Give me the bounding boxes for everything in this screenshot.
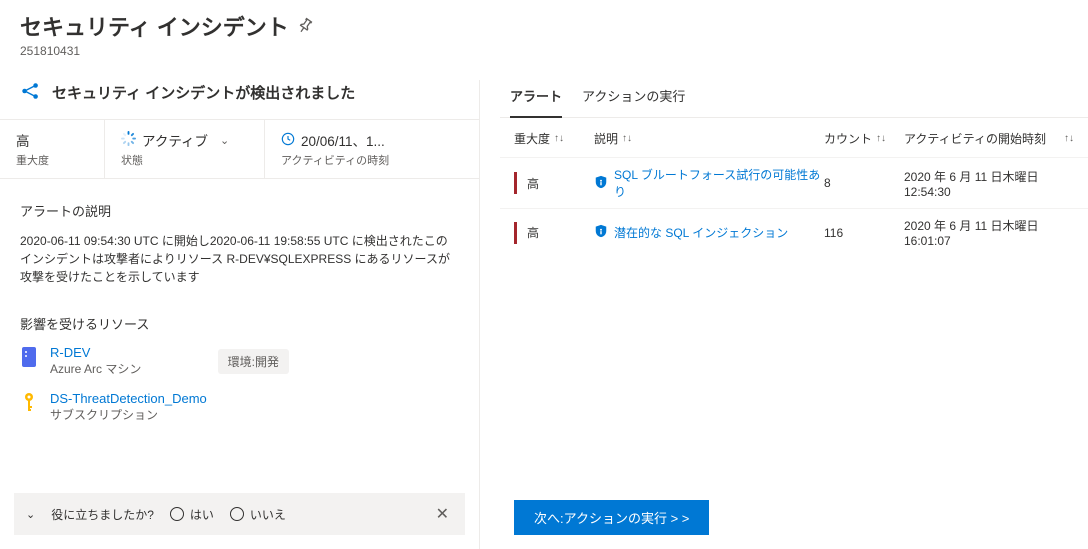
th-severity[interactable]: 重大度↑↓	[514, 130, 594, 147]
feedback-no-label: いいえ	[250, 506, 286, 523]
th-description[interactable]: 説明↑↓	[594, 130, 824, 147]
metric-time-label: アクティビティの時刻	[281, 152, 463, 168]
feedback-no-radio[interactable]: いいえ	[230, 506, 286, 523]
feedback-yes-label: はい	[190, 506, 214, 523]
resource-tag: 環境:開発	[218, 349, 289, 374]
tab-actions[interactable]: アクションの実行	[582, 80, 685, 111]
sort-icon: ↑↓	[622, 133, 632, 144]
metric-status-value: アクティブ	[142, 130, 208, 150]
tabs: アラート アクションの実行	[500, 80, 1088, 118]
progress-icon	[121, 131, 136, 149]
metric-time-value: 20/06/11、1...	[301, 130, 385, 150]
shield-icon	[594, 224, 608, 241]
tab-alerts[interactable]: アラート	[510, 80, 562, 111]
description-heading: アラートの説明	[20, 201, 459, 220]
chevron-down-icon[interactable]: ⌄	[220, 134, 229, 147]
key-icon	[20, 391, 38, 415]
chevron-down-icon[interactable]: ⌄	[26, 508, 35, 521]
metric-status[interactable]: アクティブ ⌄ 状態	[104, 120, 264, 178]
th-count[interactable]: カウント↑↓	[824, 130, 904, 147]
row-count: 116	[824, 226, 904, 240]
sort-icon: ↑↓	[876, 133, 886, 144]
row-time: 2020 年 6 月 11 日木曜日 16:01:07	[904, 217, 1074, 248]
resource-link[interactable]: R-DEV	[50, 345, 141, 360]
resource-link[interactable]: DS-ThreatDetection_Demo	[50, 391, 207, 406]
row-time: 2020 年 6 月 11 日木曜日 12:54:30	[904, 168, 1074, 199]
pin-icon[interactable]	[294, 15, 316, 37]
incident-detected-title: セキュリティ インシデントが検出されました	[52, 82, 355, 103]
close-icon[interactable]: ✕	[432, 500, 453, 528]
left-pane: セキュリティ インシデントが検出されました 高 重大度 アクティブ ⌄ 状態	[0, 80, 480, 549]
resource-item: R-DEV Azure Arc マシン 環境:開発	[20, 345, 459, 377]
row-severity: 高	[527, 175, 594, 192]
resources-heading: 影響を受けるリソース	[20, 314, 459, 333]
feedback-bar: ⌄ 役に立ちましたか? はい いいえ ✕	[14, 493, 465, 535]
row-description[interactable]: SQL ブルートフォース試行の可能性あり	[614, 166, 824, 200]
sort-icon: ↑↓	[1064, 133, 1074, 144]
page-header: セキュリティ インシデント 251810431	[0, 0, 1088, 62]
row-count: 8	[824, 176, 904, 190]
table-row[interactable]: 高 SQL ブルートフォース試行の可能性あり 8 2020 年 6 月 11 日…	[500, 157, 1088, 208]
feedback-yes-radio[interactable]: はい	[170, 506, 214, 523]
incident-id: 251810431	[20, 44, 1068, 58]
resource-item: DS-ThreatDetection_Demo サブスクリプション	[20, 391, 459, 423]
metric-severity: 高 重大度	[0, 120, 104, 178]
metric-status-label: 状態	[121, 152, 248, 168]
severity-bar	[514, 172, 517, 194]
metric-time: 20/06/11、1... アクティビティの時刻	[264, 120, 479, 178]
page-title: セキュリティ インシデント	[20, 10, 289, 42]
feedback-question: 役に立ちましたか?	[51, 506, 154, 523]
right-pane: アラート アクションの実行 重大度↑↓ 説明↑↓ カウント↑↓ アクティビティの…	[480, 80, 1088, 549]
th-time[interactable]: アクティビティの開始時刻↑↓	[904, 130, 1074, 147]
metric-severity-value: 高	[16, 130, 88, 150]
sort-icon: ↑↓	[554, 133, 564, 144]
incident-icon	[20, 80, 42, 105]
resource-type: サブスクリプション	[50, 406, 207, 423]
shield-icon	[594, 175, 608, 192]
metric-severity-label: 重大度	[16, 152, 88, 168]
table-header: 重大度↑↓ 説明↑↓ カウント↑↓ アクティビティの開始時刻↑↓	[500, 118, 1088, 157]
next-action-button[interactable]: 次へ:アクションの実行 > >	[514, 500, 709, 535]
severity-bar	[514, 222, 517, 244]
clock-icon	[281, 132, 295, 149]
row-severity: 高	[527, 224, 594, 241]
row-description[interactable]: 潜在的な SQL インジェクション	[614, 224, 788, 241]
metrics-row: 高 重大度 アクティブ ⌄ 状態	[0, 119, 479, 179]
server-icon	[20, 345, 38, 369]
resource-type: Azure Arc マシン	[50, 360, 141, 377]
table-row[interactable]: 高 潜在的な SQL インジェクション 116 2020 年 6 月 11 日木…	[500, 208, 1088, 256]
description-text: 2020-06-11 09:54:30 UTC に開始し2020-06-11 1…	[20, 232, 459, 286]
